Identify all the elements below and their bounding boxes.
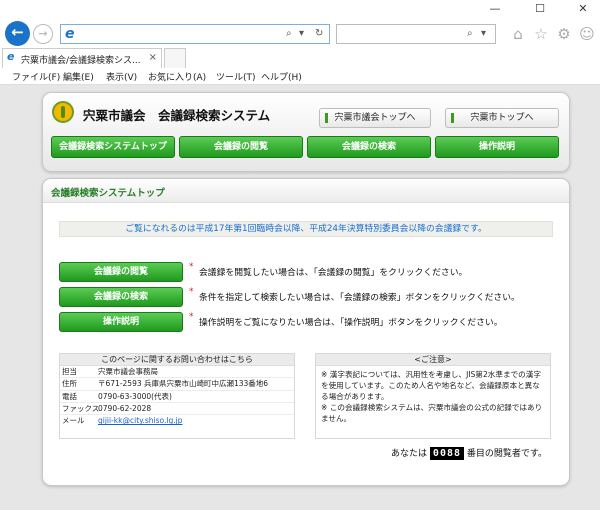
- city-logo: [52, 101, 74, 123]
- address-toolbar: ← → e ⌕ ▾ ↻ ⌕ ▾ ⌂ ☆ ⚙ ☺: [0, 18, 600, 48]
- contact-value: 宍粟市議会事務局: [98, 367, 158, 376]
- search-icon[interactable]: ⌕: [467, 27, 473, 41]
- tab-strip: e 宍粟市議会/会議録検索シス... ×: [0, 48, 600, 68]
- manual-button[interactable]: 操作説明: [59, 312, 183, 332]
- caution-line: ※ 漢字表記については、汎用性を考慮し、JIS第2水準までの漢字を使用しています…: [321, 370, 541, 401]
- close-icon[interactable]: ×: [149, 52, 157, 63]
- browse-button[interactable]: 会議録の閲覧: [59, 262, 183, 282]
- home-icon[interactable]: ⌂: [508, 24, 528, 44]
- caution-title: <ご注意>: [316, 354, 550, 366]
- nav-system-top[interactable]: 会議録検索システムトップ: [51, 136, 175, 158]
- menu-tools[interactable]: ツール(T): [216, 70, 256, 83]
- refresh-icon[interactable]: ↻: [315, 27, 323, 41]
- menu-bar: ファイル(F) 編集(E) 表示(V) お気に入り(A) ツール(T) ヘルプ(…: [0, 68, 600, 85]
- caution-box: <ご注意> ※ 漢字表記については、汎用性を考慮し、JIS第2水準までの漢字を使…: [315, 353, 551, 439]
- counter-prefix: あなたは: [391, 449, 428, 459]
- ie-icon: e: [7, 50, 15, 63]
- table-row: ファックス 0790-62-2028: [60, 403, 294, 416]
- contact-key: メール: [62, 416, 85, 426]
- favorites-star-icon[interactable]: ☆: [531, 24, 551, 44]
- close-window-button[interactable]: ✕: [568, 0, 598, 18]
- menu-view[interactable]: 表示(V): [106, 70, 137, 83]
- gear-icon[interactable]: ⚙: [554, 24, 574, 44]
- visitor-counter: あなたは 0088 番目の閲覧者です。: [391, 446, 547, 460]
- site-header: 宍粟市議会 会議録検索システム 宍粟市議会トップへ 宍粟市トップへ 会議録検索シ…: [42, 92, 570, 172]
- address-bar[interactable]: e ⌕ ▾ ↻: [60, 24, 330, 44]
- contact-key: 住所: [62, 379, 77, 389]
- ie-icon: e: [65, 26, 75, 42]
- minimize-button[interactable]: —: [480, 0, 510, 18]
- email-link[interactable]: gijii-kk@city.shiso.lg.jp: [98, 415, 182, 427]
- new-tab-button[interactable]: [164, 48, 186, 68]
- assembly-top-button[interactable]: 宍粟市議会トップへ: [319, 108, 431, 128]
- table-row: メール gijii-kk@city.shiso.lg.jp: [60, 415, 294, 427]
- caution-body: ※ 漢字表記については、汎用性を考慮し、JIS第2水準までの漢字を使用しています…: [316, 366, 550, 427]
- site-title: 宍粟市議会 会議録検索システム: [83, 108, 271, 123]
- bullet-star: *: [189, 262, 194, 272]
- manual-description: 操作説明をご覧になりたい場合は、「操作説明」ボタンをクリックください。: [199, 318, 503, 328]
- contact-key: ファックス: [62, 403, 100, 413]
- tab-title: 宍粟市議会/会議録検索シス...: [21, 56, 141, 66]
- nav-browse[interactable]: 会議録の閲覧: [179, 136, 303, 158]
- main-content: 会議録検索システムトップ ご覧になれるのは平成17年第1回臨時会以降、平成24年…: [42, 178, 570, 486]
- contact-title: このページに関するお問い合わせはこちら: [60, 354, 294, 366]
- forward-button[interactable]: →: [33, 24, 53, 44]
- caution-line: ※ この会議録検索システムは、宍粟市議会の公式の記録ではありません。: [321, 403, 543, 423]
- back-button[interactable]: ←: [5, 21, 30, 46]
- contact-table: このページに関するお問い合わせはこちら 担当 宍粟市議会事務局 住所 〒671-…: [59, 353, 295, 439]
- maximize-button[interactable]: ☐: [525, 0, 555, 18]
- counter-digits: 0088: [429, 447, 465, 460]
- main-nav: 会議録検索システムトップ 会議録の閲覧 会議録の検索 操作説明: [51, 136, 563, 160]
- search-button[interactable]: 会議録の検索: [59, 287, 183, 307]
- page-viewport: 宍粟市議会 会議録検索システム 宍粟市議会トップへ 宍粟市トップへ 会議録検索シ…: [0, 85, 600, 510]
- table-row: 電話 0790-63-3000(代表): [60, 391, 294, 403]
- menu-edit[interactable]: 編集(E): [63, 70, 94, 83]
- smiley-icon[interactable]: ☺: [577, 24, 597, 44]
- browse-description: 会議録を閲覧したい場合は、「会議録の閲覧」をクリックください。: [199, 268, 468, 278]
- window-titlebar: — ☐ ✕: [0, 0, 600, 18]
- menu-help[interactable]: ヘルプ(H): [261, 70, 302, 83]
- nav-manual[interactable]: 操作説明: [435, 136, 559, 158]
- menu-file[interactable]: ファイル(F): [12, 70, 60, 83]
- contact-value: 0790-63-3000(代表): [98, 391, 172, 401]
- counter-suffix: 番目の閲覧者です。: [466, 449, 547, 459]
- contact-key: 担当: [62, 367, 77, 376]
- chevron-down-icon[interactable]: ▾: [299, 27, 304, 41]
- search-icon[interactable]: ⌕: [286, 27, 292, 41]
- menu-favorites[interactable]: お気に入り(A): [148, 70, 206, 83]
- contact-key: 電話: [62, 391, 77, 401]
- search-box[interactable]: ⌕ ▾: [336, 24, 496, 44]
- tab-active[interactable]: e 宍粟市議会/会議録検索シス... ×: [2, 48, 162, 68]
- bullet-star: *: [189, 287, 194, 297]
- section-title-bar: 会議録検索システムトップ: [43, 179, 569, 203]
- search-description: 条件を指定して検索したい場合は、「会議録の検索」ボタンをクリックください。: [199, 293, 520, 303]
- table-row: 担当 宍粟市議会事務局: [60, 366, 294, 379]
- chevron-down-icon[interactable]: ▾: [481, 27, 486, 41]
- notice-banner: ご覧になれるのは平成17年第1回臨時会以降、平成24年決算特別委員会以降の会議録…: [59, 221, 553, 237]
- table-row: 住所 〒671-2593 兵庫県宍粟市山崎町中広瀬133番地6: [60, 378, 294, 391]
- contact-value: 0790-62-2028: [98, 403, 152, 413]
- section-title: 会議録検索システムトップ: [51, 188, 165, 199]
- nav-search[interactable]: 会議録の検索: [307, 136, 431, 158]
- bullet-star: *: [189, 312, 194, 322]
- contact-value: 〒671-2593 兵庫県宍粟市山崎町中広瀬133番地6: [98, 379, 269, 389]
- city-top-button[interactable]: 宍粟市トップへ: [445, 108, 559, 128]
